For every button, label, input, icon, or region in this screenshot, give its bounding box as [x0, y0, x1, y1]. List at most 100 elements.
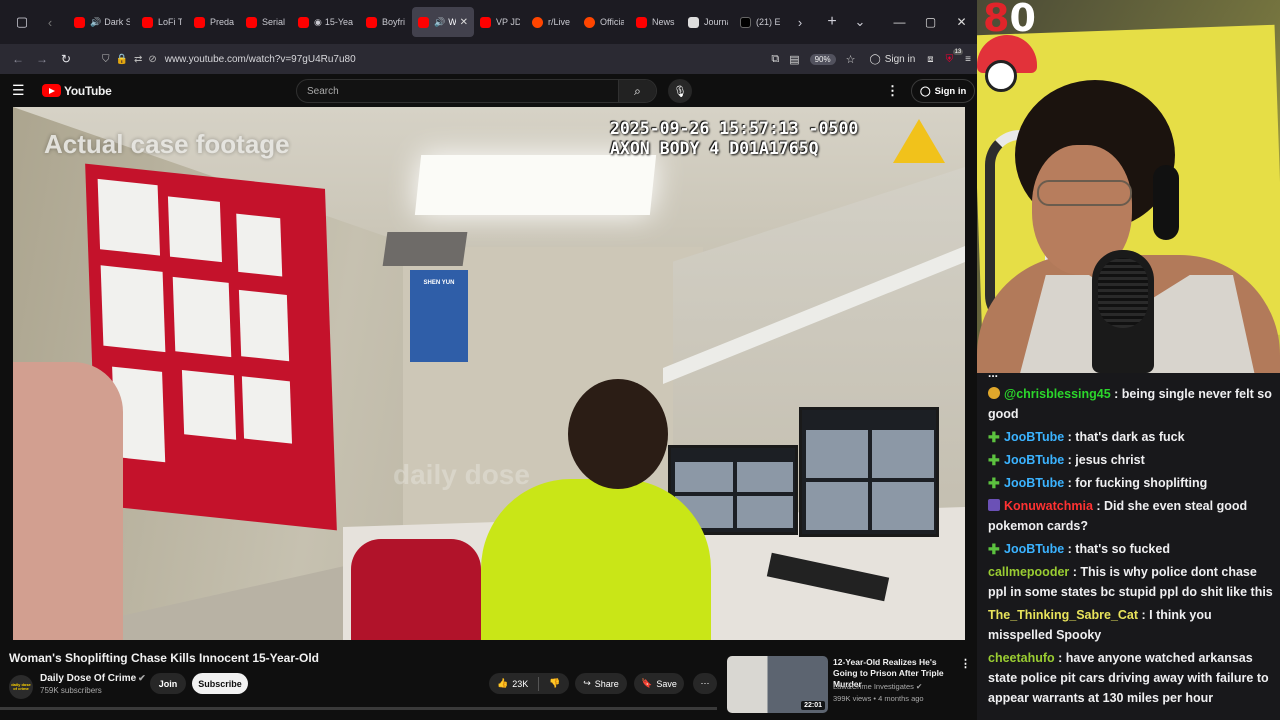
tab[interactable]: Journa: [682, 7, 734, 37]
maximize-icon[interactable]: ▢: [915, 7, 946, 37]
close-window-icon[interactable]: ✕: [946, 7, 977, 37]
minimize-icon[interactable]: —: [884, 7, 915, 37]
tab-label: (21) E: [756, 17, 780, 27]
new-tab-icon[interactable]: +: [818, 8, 846, 36]
scene-screen-cell: [806, 482, 868, 530]
tab[interactable]: Boyfri: [360, 7, 412, 37]
autoplay-blocked-icon[interactable]: ⊘: [148, 54, 156, 65]
tab[interactable]: (21) E: [734, 7, 786, 37]
zoom-level[interactable]: 90%: [809, 53, 836, 65]
youtube-signin-button[interactable]: ◯ Sign in: [911, 79, 976, 103]
url-text[interactable]: www.youtube.com/watch?v=97gU4Ru7u80: [165, 54, 356, 65]
audio-icon[interactable]: 🔊: [434, 17, 445, 28]
chat-username[interactable]: JooBTube: [1004, 430, 1064, 444]
chat-message: Konuwatchmia : Did she even steal good p…: [988, 499, 1248, 533]
chat-cutoff-message: ...: [988, 373, 999, 380]
firefox-account-button[interactable]: ◯ Sign in: [870, 54, 916, 65]
save-button[interactable]: 🔖 Save: [634, 673, 684, 694]
chat-username[interactable]: JooBTube: [1004, 476, 1064, 490]
app-menu-icon[interactable]: ≡: [965, 54, 971, 65]
lock-icon[interactable]: 🔒: [116, 54, 128, 65]
recommended-thumbnail[interactable]: 22:01: [727, 656, 828, 713]
toolbar-right: ◯ Sign in ⧈ ⛨ 13 ≡: [870, 48, 971, 65]
chat-username[interactable]: cheetahufo: [988, 651, 1055, 665]
youtube-favicon-icon: [74, 16, 85, 28]
tab[interactable]: ◉ 15-Yea: [292, 7, 360, 37]
tab[interactable]: VP JD: [474, 7, 526, 37]
tab-label: Wo: [448, 17, 456, 27]
save-label: Save: [656, 678, 677, 689]
recommended-meta: 399K views • 4 months ago: [833, 694, 924, 703]
video-details: Woman's Shoplifting Chase Kills Innocent…: [0, 640, 977, 720]
extensions-icon[interactable]: ⧈: [927, 54, 933, 65]
chat-username[interactable]: Konuwatchmia: [1004, 499, 1093, 513]
share-button[interactable]: ↪ Share: [575, 673, 627, 694]
video-player[interactable]: SHEN YUN daily dose Actual case footage: [13, 107, 965, 640]
recommended-menu-icon[interactable]: ⋮: [960, 657, 971, 670]
bodycam-timestamp-line2: AXON BODY 4 D01A1765Q: [610, 139, 819, 158]
cam-score-digit: 8: [983, 0, 1010, 40]
list-all-tabs-icon[interactable]: ⌄: [846, 8, 874, 36]
tab-label: Officia: [600, 17, 624, 27]
video-title: Woman's Shoplifting Chase Kills Innocent…: [9, 651, 320, 665]
chat-username[interactable]: JooBTube: [1004, 542, 1064, 556]
join-button[interactable]: Join: [150, 673, 186, 694]
like-divider: [538, 676, 540, 691]
tracking-protection-icon[interactable]: ⛉: [102, 54, 110, 65]
channel-avatar[interactable]: daily dose of crime: [9, 675, 33, 699]
tab[interactable]: Officia: [578, 7, 630, 37]
account-circle-icon: ◯: [920, 85, 931, 97]
tab[interactable]: r/Live: [526, 7, 578, 37]
channel-name-row[interactable]: Daily Dose Of Crime ✔: [40, 673, 146, 684]
channel-name[interactable]: Daily Dose Of Crime: [40, 673, 136, 684]
scroll-tabs-left-icon[interactable]: ‹: [36, 8, 64, 36]
tab[interactable]: 🔊 Dark S: [68, 7, 136, 37]
url-bar[interactable]: ⛉ 🔒 ⇄ ⊘ www.youtube.com/watch?v=97gU4Ru7…: [102, 47, 763, 71]
chat-message: ✚ JooBTube : for fucking shoplifting: [988, 475, 1208, 491]
window-controls: — ▢ ✕: [884, 0, 977, 44]
guide-menu-icon[interactable]: ☰: [12, 82, 32, 99]
chat-text: that's dark as fuck: [1075, 430, 1185, 444]
tab[interactable]: News: [630, 7, 682, 37]
reload-icon[interactable]: ↻: [54, 47, 78, 71]
tab-active[interactable]: 🔊Wo ✕: [412, 7, 474, 37]
youtube-favicon-icon: [366, 16, 377, 28]
forward-icon[interactable]: →: [30, 47, 54, 71]
tab[interactable]: Serial: [240, 7, 292, 37]
like-button[interactable]: 👍 23K: [493, 678, 528, 689]
audio-icon[interactable]: 🔊: [90, 17, 101, 28]
share-label: Share: [594, 678, 619, 689]
recommended-channel-row[interactable]: Law&Crime Investigates ✔: [833, 682, 922, 691]
account-icon: ◯: [869, 53, 881, 65]
recommended-duration: 22:01: [801, 701, 825, 710]
back-icon[interactable]: ←: [6, 47, 30, 71]
chat-username[interactable]: The_Thinking_Sabre_Cat: [988, 608, 1138, 622]
chat-username[interactable]: JooBTube: [1004, 453, 1064, 467]
picture-in-picture-icon[interactable]: ⧉: [771, 53, 779, 66]
chat-text: jesus christ: [1075, 453, 1145, 467]
settings-kebab-icon[interactable]: ⋮: [886, 83, 899, 99]
bookmark-star-icon[interactable]: ☆: [846, 53, 856, 66]
ublock-icon[interactable]: ⛨ 13: [946, 48, 964, 65]
voice-search-icon[interactable]: 🎙: [668, 79, 692, 103]
youtube-logo[interactable]: YouTube: [42, 84, 112, 98]
youtube-favicon-icon: [298, 16, 309, 28]
tab-strip: 🔊Dark S LoFi Ti Preda Serial ◉15-Yea Boy…: [68, 0, 786, 44]
chat-username[interactable]: @chrisblessing45: [1004, 387, 1111, 401]
audio-icon[interactable]: ◉: [314, 17, 322, 28]
search-icon[interactable]: ⌕: [618, 80, 656, 102]
recommended-channel[interactable]: Law&Crime Investigates: [833, 682, 914, 691]
tab[interactable]: LoFi Ti: [136, 7, 188, 37]
tab-list-icon[interactable]: ▢: [8, 8, 36, 36]
chat-username[interactable]: callmepooder: [988, 565, 1069, 579]
scroll-tabs-right-icon[interactable]: ›: [786, 8, 814, 36]
close-tab-icon[interactable]: ✕: [460, 17, 468, 28]
more-actions-icon[interactable]: ⋯: [693, 673, 717, 694]
permissions-icon[interactable]: ⇄: [134, 54, 142, 65]
reader-view-icon[interactable]: ▤: [789, 53, 799, 66]
tab[interactable]: Preda: [188, 7, 240, 37]
search-input[interactable]: [297, 80, 618, 102]
dislike-button[interactable]: 👎: [549, 678, 560, 689]
subscribe-button[interactable]: Subscribe: [192, 673, 248, 694]
subscriber-badge-icon: ✚: [988, 452, 1000, 468]
